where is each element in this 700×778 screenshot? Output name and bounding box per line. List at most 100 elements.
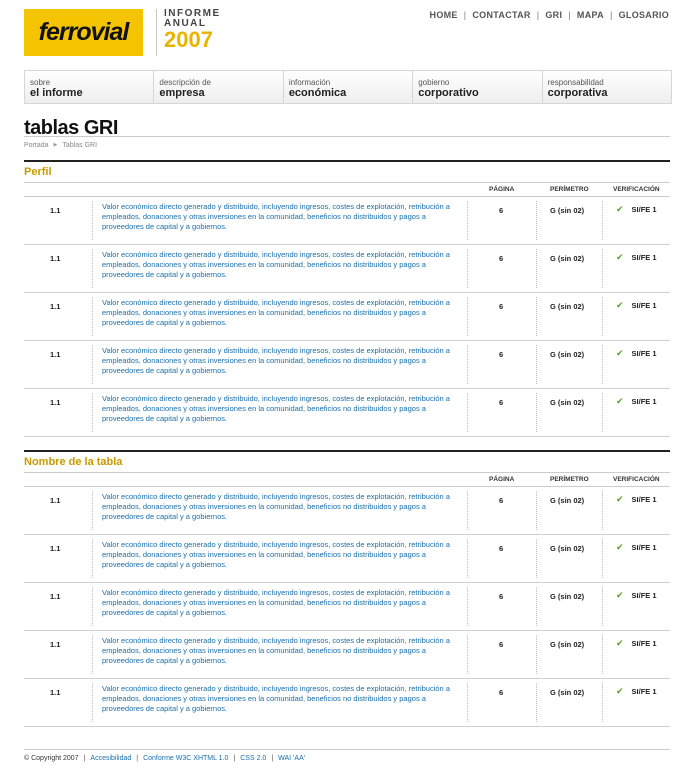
row-verificacion-value: SI/FE 1 [631, 253, 657, 262]
table-row: 1.1 Valor económico directo generado y di… [24, 389, 670, 437]
footer-divider-bar: | [83, 755, 86, 762]
top-nav-glosario[interactable]: GLOSARIO [619, 10, 669, 20]
menu-item-responsabilidad-corporativa[interactable]: responsabilidad corporativa [541, 71, 671, 103]
table-body: 1.1 Valor económico directo generado y di… [24, 197, 670, 437]
row-perimetro: G (sin 02) [550, 398, 585, 407]
row-perimetro: G (sin 02) [550, 206, 585, 215]
column-divider [536, 249, 537, 288]
row-number: 1.1 [50, 302, 61, 311]
row-description-link[interactable]: Valor económico directo generado y distr… [102, 394, 462, 424]
main-menu: sobre el informe descripción de empresa … [24, 70, 672, 104]
row-pagina: 6 [499, 254, 504, 263]
top-nav-gri[interactable]: GRI [545, 10, 562, 20]
footer-link-css[interactable]: CSS 2.0 [240, 755, 266, 762]
column-header-pagina: PÁGINA [489, 186, 515, 193]
row-description-link[interactable]: Valor económico directo generado y distr… [102, 492, 462, 522]
nav-divider: | [536, 10, 540, 20]
row-number: 1.1 [50, 398, 61, 407]
nav-divider: | [568, 10, 571, 20]
row-description-link[interactable]: Valor económico directo generado y distr… [102, 202, 462, 232]
column-divider [467, 683, 468, 722]
column-divider [92, 345, 93, 384]
triangle-right-icon: ▶ [53, 142, 58, 148]
row-description-link[interactable]: Valor económico directo generado y distr… [102, 540, 462, 570]
check-icon: ✔ [616, 348, 624, 358]
column-divider [467, 297, 468, 336]
row-verificacion-value: SI/FE 1 [631, 591, 657, 600]
row-description-link[interactable]: Valor económico directo generado y distr… [102, 684, 462, 714]
menu-item-big: el informe [30, 87, 83, 99]
menu-item-gobierno-corporativo[interactable]: gobierno corporativo [412, 71, 541, 103]
column-divider [92, 683, 93, 722]
menu-item-informacion-economica[interactable]: información económica [282, 71, 412, 103]
row-verificacion: ✔ SI/FE 1 [616, 300, 657, 311]
row-verificacion: ✔ SI/FE 1 [616, 590, 657, 601]
column-header-verificacion: VERIFICACIÓN [613, 186, 660, 193]
row-description-link[interactable]: Valor económico directo generado y distr… [102, 250, 462, 280]
row-verificacion-value: SI/FE 1 [631, 397, 657, 406]
check-icon: ✔ [616, 590, 624, 600]
menu-item-big: corporativo [418, 87, 479, 99]
column-divider [467, 539, 468, 578]
menu-item-big: corporativa [547, 87, 608, 99]
row-perimetro: G (sin 02) [550, 544, 585, 553]
row-perimetro: G (sin 02) [550, 254, 585, 263]
breadcrumb-home[interactable]: Portada [24, 142, 49, 149]
top-nav-home[interactable]: HOME [430, 10, 458, 20]
row-number: 1.1 [50, 544, 61, 553]
row-pagina: 6 [499, 302, 504, 311]
table-row: 1.1 Valor económico directo generado y di… [24, 293, 670, 341]
table-header: PÁGINA PERÍMETRO VERIFICACIÓN [24, 472, 670, 487]
menu-item-descripcion-empresa[interactable]: descripción de empresa [153, 71, 282, 103]
nav-divider: | [463, 10, 467, 20]
row-description-link[interactable]: Valor económico directo generado y distr… [102, 346, 462, 376]
report-year: 2007 [164, 27, 213, 52]
footer-link-w3c-xhtml[interactable]: Conforme W3C XHTML 1.0 [143, 755, 228, 762]
check-icon: ✔ [616, 300, 624, 310]
footer: © Copyright 2007 | Accesibilidad | Conforme … [24, 755, 305, 762]
table-row: 1.1 Valor económico directo generado y di… [24, 631, 670, 679]
column-divider [602, 201, 603, 240]
row-perimetro: G (sin 02) [550, 688, 585, 697]
column-divider [602, 249, 603, 288]
menu-item-sobre-el-informe[interactable]: sobre el informe [25, 71, 153, 103]
table-row: 1.1 Valor económico directo generado y di… [24, 535, 670, 583]
footer-divider [24, 749, 670, 750]
column-divider [467, 393, 468, 432]
row-description-link[interactable]: Valor económico directo generado y distr… [102, 636, 462, 666]
column-divider [467, 635, 468, 674]
row-description-link[interactable]: Valor económico directo generado y distr… [102, 588, 462, 618]
table-row: 1.1 Valor económico directo generado y di… [24, 583, 670, 631]
row-pagina: 6 [499, 398, 504, 407]
top-nav-contactar[interactable]: CONTACTAR [472, 10, 530, 20]
table-row: 1.1 Valor económico directo generado y di… [24, 487, 670, 535]
column-divider [92, 249, 93, 288]
row-pagina: 6 [499, 544, 504, 553]
row-verificacion: ✔ SI/FE 1 [616, 686, 657, 697]
footer-link-accesibilidad[interactable]: Accesibilidad [90, 755, 131, 762]
row-pagina: 6 [499, 640, 504, 649]
row-perimetro: G (sin 02) [550, 640, 585, 649]
row-verificacion-value: SI/FE 1 [631, 495, 657, 504]
row-verificacion: ✔ SI/FE 1 [616, 348, 657, 359]
column-header-verificacion: VERIFICACIÓN [613, 476, 660, 483]
ferrovial-logo[interactable]: ferrovial [24, 9, 143, 56]
column-divider [602, 393, 603, 432]
check-icon: ✔ [616, 638, 624, 648]
row-perimetro: G (sin 02) [550, 350, 585, 359]
row-verificacion: ✔ SI/FE 1 [616, 542, 657, 553]
footer-link-wai[interactable]: WAI 'AA' [278, 755, 305, 762]
check-icon: ✔ [616, 686, 624, 696]
row-number: 1.1 [50, 350, 61, 359]
check-icon: ✔ [616, 494, 624, 504]
column-divider [92, 297, 93, 336]
logo-text: ferrovial [38, 18, 130, 46]
top-nav-mapa[interactable]: MAPA [577, 10, 604, 20]
column-header-pagina: PÁGINA [489, 476, 515, 483]
row-verificacion-value: SI/FE 1 [631, 205, 657, 214]
column-divider [602, 635, 603, 674]
row-description-link[interactable]: Valor económico directo generado y distr… [102, 298, 462, 328]
menu-item-small: información [288, 78, 331, 87]
row-pagina: 6 [499, 496, 504, 505]
table-row: 1.1 Valor económico directo generado y di… [24, 679, 670, 727]
